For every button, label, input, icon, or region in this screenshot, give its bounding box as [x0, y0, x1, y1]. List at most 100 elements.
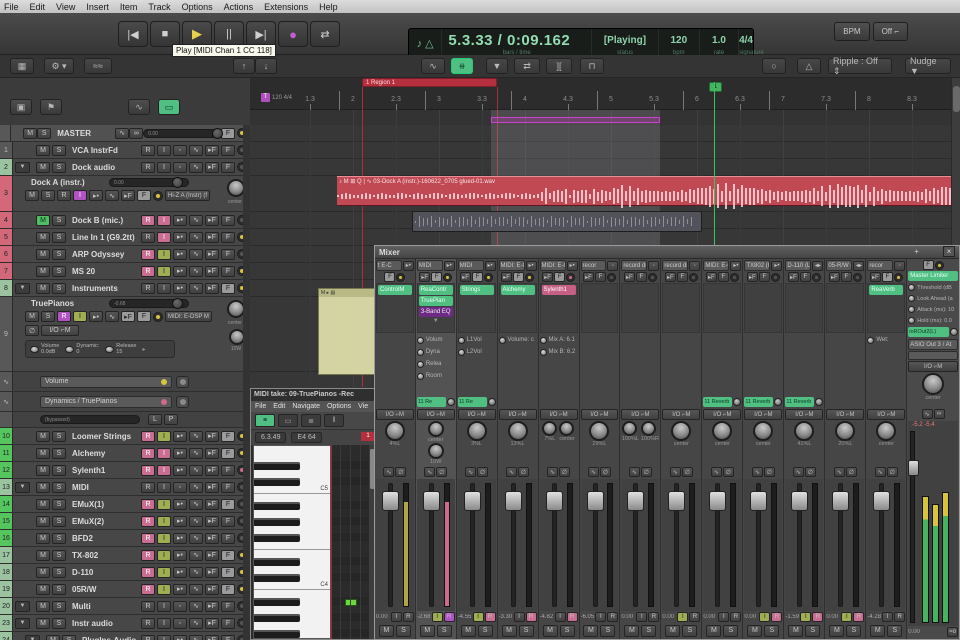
monitor-button[interactable]: ◦: [173, 144, 187, 156]
track-name[interactable]: Loomer Strings: [72, 432, 141, 441]
envelope-button[interactable]: ∿: [189, 214, 203, 226]
latch-button[interactable]: L: [148, 414, 162, 425]
input-fx-button[interactable]: I: [390, 612, 402, 622]
solo-button[interactable]: S: [805, 624, 821, 637]
rec-arm-button[interactable]: R: [141, 214, 155, 226]
fx-send-button[interactable]: ▸F: [623, 272, 635, 282]
track-name[interactable]: PlugIns-Audio: [82, 636, 141, 640]
fx-send-button[interactable]: ▸F: [664, 272, 676, 282]
fx-button[interactable]: F: [221, 464, 235, 476]
mute-button[interactable]: M: [36, 600, 50, 612]
piano-key[interactable]: [254, 558, 330, 566]
fx-button[interactable]: F: [221, 532, 235, 544]
menu-item-edit[interactable]: Edit: [30, 2, 46, 12]
pan-knob[interactable]: [753, 421, 774, 441]
envelope-button[interactable]: ∿: [833, 467, 845, 477]
fx-send-button[interactable]: ▸F: [205, 566, 219, 578]
solo-button[interactable]: S: [52, 231, 66, 243]
pan-knob[interactable]: [384, 421, 405, 441]
mute-button[interactable]: M: [36, 515, 50, 527]
solo-button[interactable]: S: [518, 624, 534, 637]
fx-send-button[interactable]: ▸F: [205, 447, 219, 459]
fx-send-button[interactable]: ▸F: [121, 311, 135, 322]
solo-button[interactable]: S: [477, 624, 493, 637]
envelope-button[interactable]: ∿: [189, 498, 203, 510]
monitor-button[interactable]: ▸•: [173, 498, 187, 510]
track-row-7[interactable]: 7 M S MS 20 R I ▸• ∿ ▸F F: [0, 263, 250, 280]
envelope-lane-name[interactable]: Volume: [40, 375, 172, 388]
midi-note[interactable]: [345, 599, 357, 606]
preview-button[interactable]: P: [164, 414, 178, 425]
fx-send-button[interactable]: ▸F: [582, 272, 594, 282]
pan-knob[interactable]: [876, 421, 897, 441]
playrate-env-button[interactable]: Off ⌐: [872, 22, 908, 41]
fx-send-button[interactable]: ▸F: [205, 430, 219, 442]
envelope-button[interactable]: ∿: [189, 566, 203, 578]
piano-key[interactable]: [254, 574, 330, 582]
menu-item-actions[interactable]: Actions: [224, 2, 254, 12]
media-item-audio[interactable]: ♪ M ⊞ Q | ∿ 03-Dock A (instr.)-160622_07…: [337, 176, 960, 209]
envelope-button[interactable]: ∿: [189, 583, 203, 595]
track-name[interactable]: MS 20: [72, 267, 141, 276]
input-button[interactable]: I: [157, 600, 171, 612]
fx-param[interactable]: Attack (ms): 10: [908, 304, 958, 315]
io-button[interactable]: I/O ⌐M: [744, 409, 783, 420]
channel-input-label[interactable]: MIDI: [416, 260, 443, 271]
rec-arm-button[interactable]: R: [141, 265, 155, 277]
track-name[interactable]: MIDI: [72, 483, 141, 492]
midi-editor-title[interactable]: MIDI take: 09-TruePianos -Rec: [251, 389, 375, 401]
solo-button[interactable]: S: [52, 144, 66, 156]
envelope-button[interactable]: ∿: [424, 467, 436, 477]
fx-button[interactable]: F: [221, 214, 235, 226]
fader-handle[interactable]: [586, 491, 604, 511]
trim-icon[interactable]: ][: [546, 58, 572, 74]
master-pan-knob[interactable]: [922, 373, 945, 395]
rec-arm-button[interactable]: R: [141, 430, 155, 442]
phase-button[interactable]: ∅: [722, 467, 734, 477]
mute-button[interactable]: M: [706, 624, 722, 637]
track-name[interactable]: Dock A (instr.): [31, 178, 109, 187]
io-label[interactable]: MIDI: E-DSP M: [165, 311, 212, 322]
track-name[interactable]: BFD2: [72, 534, 141, 543]
track-row-1[interactable]: 1 M S VCA InstrFd R I ◦ ∿ ▸F F: [0, 142, 250, 159]
input-button[interactable]: I: [157, 464, 171, 476]
bypass-slider[interactable]: (bypassed): [40, 415, 140, 424]
envelope-button[interactable]: ∿: [189, 617, 203, 629]
fx-button[interactable]: F: [221, 430, 235, 442]
media-item-small[interactable]: [412, 211, 702, 232]
channel-monitor-button[interactable]: ◂▸: [853, 260, 865, 271]
phase-button[interactable]: ∅: [763, 467, 775, 477]
fold-button[interactable]: ▼: [15, 282, 30, 294]
fx-button[interactable]: F: [221, 144, 235, 156]
fx-button[interactable]: F: [221, 583, 235, 595]
channel-input-label[interactable]: t E-C: [376, 260, 402, 271]
io-button[interactable]: I/O ⌐M: [416, 409, 455, 420]
envelope-panel-icon[interactable]: ∿: [128, 99, 150, 115]
mute-button[interactable]: M: [829, 624, 845, 637]
mute-button[interactable]: M: [36, 282, 50, 294]
rec-arm-button[interactable]: R: [141, 566, 155, 578]
input-fx-button[interactable]: I: [554, 612, 566, 622]
solo-button[interactable]: S: [846, 624, 862, 637]
fader-handle[interactable]: [832, 491, 850, 511]
io-button[interactable]: I/O ⌐M: [41, 325, 79, 336]
fx-button[interactable]: F: [221, 127, 235, 139]
solo-button[interactable]: S: [682, 624, 698, 637]
project-marker-1[interactable]: 1: [709, 82, 722, 92]
solo-button[interactable]: S: [52, 464, 66, 476]
envelope-button[interactable]: ∿: [751, 467, 763, 477]
fader-handle[interactable]: [504, 491, 522, 511]
fx-send-button[interactable]: ▸F: [205, 515, 219, 527]
monitor-button[interactable]: ▸•: [89, 190, 103, 201]
piano-key[interactable]: [254, 510, 330, 518]
track-name[interactable]: EMuX(2): [72, 517, 141, 526]
channel-input-label[interactable]: record di: [621, 260, 648, 271]
menu-item-file[interactable]: File: [4, 2, 19, 12]
fx-param[interactable]: L1Vol: [457, 334, 496, 346]
pan-knob[interactable]: [640, 421, 656, 436]
channel-monitor-button[interactable]: ▸•: [402, 260, 414, 271]
piano-key[interactable]: [254, 622, 330, 630]
track-row-20[interactable]: 20 ▼ M S Multi R I ◦ ∿ ▸F F: [0, 598, 250, 615]
mute-button[interactable]: M: [419, 624, 435, 637]
solo-button[interactable]: S: [52, 447, 66, 459]
